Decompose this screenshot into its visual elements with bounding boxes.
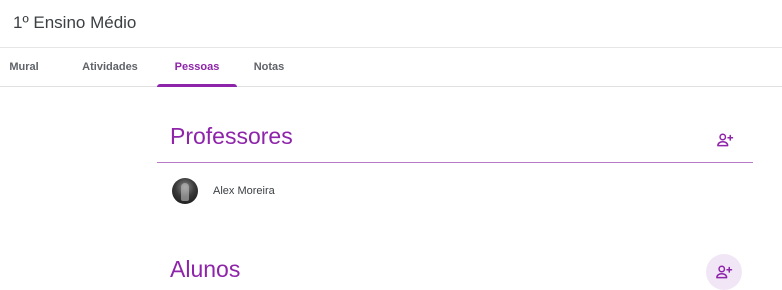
teachers-title: Professores [170, 123, 293, 149]
tab-pessoas[interactable]: Pessoas [157, 48, 237, 87]
invite-teacher-button[interactable] [707, 122, 743, 158]
person-add-icon [716, 265, 733, 279]
teacher-row[interactable]: Alex Moreira [172, 177, 275, 205]
tab-mural[interactable]: Mural [0, 48, 48, 86]
students-title: Alunos [170, 256, 241, 282]
app-header: 1º Ensino Médio [0, 0, 782, 48]
class-title[interactable]: 1º Ensino Médio [13, 13, 136, 33]
tab-bar: Mural Atividades Pessoas Notas [0, 48, 782, 87]
person-add-icon [717, 133, 734, 147]
teacher-name: Alex Moreira [213, 185, 275, 197]
tab-atividades[interactable]: Atividades [68, 48, 152, 86]
tab-notas[interactable]: Notas [241, 48, 297, 86]
teachers-divider [157, 162, 753, 163]
avatar [172, 178, 198, 204]
invite-student-button[interactable] [706, 254, 742, 290]
